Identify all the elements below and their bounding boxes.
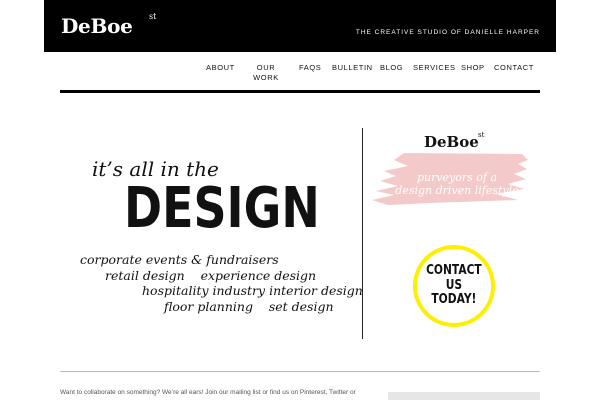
footer-signup-box[interactable] — [388, 392, 540, 400]
nav-contact[interactable]: CONTACT — [494, 63, 534, 73]
services-list: corporate events & fundraisers retail de… — [74, 252, 364, 315]
contact-line3: TODAY! — [431, 292, 477, 308]
contact-us-button[interactable]: CONTACT US TODAY! — [413, 245, 495, 327]
nav-our-work-line1: OUR — [256, 63, 276, 72]
site-tagline: THE CREATIVE STUDIO OF DANIELLE HARPER — [355, 29, 540, 36]
sidebar-tagline: purveyors of a design driven lifestyle — [392, 171, 522, 197]
contact-line1: CONTACT — [426, 263, 482, 279]
service-line: retail design experience design — [105, 267, 317, 283]
nav-divider — [60, 90, 540, 93]
site-logo[interactable]: DeBoe — [61, 14, 133, 38]
nav-our-work-line2: WORK — [253, 73, 279, 82]
nav-services[interactable]: SERVICES — [413, 63, 456, 73]
logo-mark: st — [149, 12, 157, 21]
content-divider — [60, 371, 540, 372]
page-margin-left — [0, 0, 44, 400]
service-line: floor planning set design — [164, 299, 334, 315]
hero-big-heading: DESIGN — [124, 176, 320, 241]
service-line: hospitality industry interior design — [142, 283, 363, 299]
contact-us-label: CONTACT US TODAY! — [426, 264, 482, 308]
nav-about[interactable]: ABOUT — [206, 63, 235, 73]
nav-blog[interactable]: BLOG — [380, 63, 403, 73]
contact-line2: US — [445, 277, 463, 293]
vertical-divider — [362, 128, 363, 339]
nav-bulletin[interactable]: BULLETIN — [332, 63, 373, 73]
sidebar-logo-mark: st — [478, 131, 485, 139]
nav-our-work[interactable]: OUR WORK — [253, 63, 279, 83]
sidebar-tagline-line2: design driven lifestyle — [395, 184, 519, 197]
service-line: corporate events & fundraisers — [80, 252, 279, 267]
sidebar-logo: DeBoe — [424, 133, 479, 151]
page-margin-right — [556, 0, 600, 400]
main-nav: ABOUT OUR WORK FAQS BULLETIN BLOG SERVIC… — [0, 63, 600, 89]
footer-collaborate-text: Want to collaborate on something? We’re … — [60, 389, 356, 396]
nav-faqs[interactable]: FAQS — [299, 63, 321, 73]
top-header-bar: DeBoe st THE CREATIVE STUDIO OF DANIELLE… — [44, 0, 556, 52]
nav-shop[interactable]: SHOP — [461, 63, 485, 73]
sidebar-tagline-line1: purveyors of a — [416, 171, 498, 184]
